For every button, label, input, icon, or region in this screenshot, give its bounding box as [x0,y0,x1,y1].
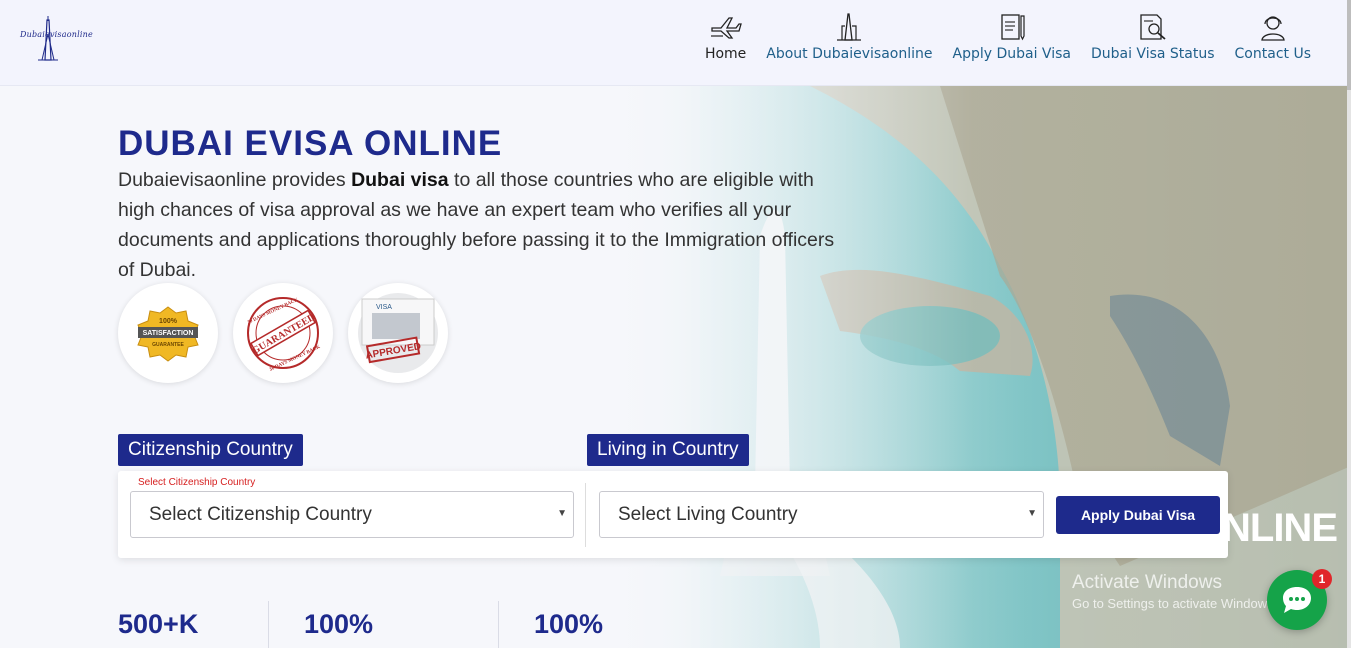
living-country-select[interactable]: Select Living Country ▼ [599,491,1044,538]
page-scrollbar[interactable] [1347,0,1351,648]
visa-tag-text: VISA [376,304,392,311]
site-logo[interactable]: Dubaievisaonline [18,16,93,64]
stat-satisfaction: 100% [534,609,604,639]
citizenship-select[interactable]: Select Citizenship Country ▼ [130,491,574,538]
nav-label-apply: Apply Dubai Visa [952,46,1071,62]
stat-applications: 500+K [118,609,199,639]
logo-wordmark: Dubaievisaonline [20,30,93,39]
nav-label-status: Dubai Visa Status [1090,46,1215,62]
living-label: Living in Country [587,434,749,466]
trust-badges: 100% SATISFACTION GUARANTEE 30 DAYS MONE… [118,283,448,383]
airplane-icon [708,10,744,44]
form-divider [585,483,586,547]
chat-bubble-icon [1283,587,1311,613]
form-pen-icon [994,10,1030,44]
activate-title: Activate Windows [1072,572,1222,593]
nav-item-contact[interactable]: Contact Us [1225,10,1321,62]
activate-windows-watermark: Activate Windows Go to Settings to activ… [1072,572,1277,611]
background-sign-text: NLINE [1222,506,1338,550]
main-nav: Home About Dubaievisaonline Apply Dubai … [695,10,1321,62]
site-header: Dubaievisaonline Home About Dubaievisaon… [0,0,1351,86]
nav-label-home: Home [704,46,747,62]
desc-bold: Dubai visa [351,169,449,191]
scrollbar-thumb[interactable] [1347,0,1351,90]
satisfaction-middle-text: SATISFACTION [143,330,194,337]
caret-down-icon: ▼ [557,508,567,519]
desc-text-1: Dubaievisaonline provides [118,169,352,191]
stamp-arc-bottom: 30 DAYS MONEY BACK [269,345,321,372]
building-icon [831,10,867,44]
citizenship-hint: Select Citizenship Country [138,477,256,488]
hero-description: Dubaievisaonline provides Dubai visa to … [118,165,838,285]
chat-notification-badge: 1 [1312,569,1332,589]
activate-subtitle: Go to Settings to activate Windows. [1072,596,1278,611]
nav-item-status[interactable]: Dubai Visa Status [1081,10,1225,62]
stat-divider [268,601,269,648]
living-select-value: Select Living Country [618,503,798,525]
approved-stamp: VISA APPROVED [348,283,448,383]
nav-item-about[interactable]: About Dubaievisaonline [756,10,942,62]
hero-section: DUBAI EVISA ONLINE Dubaievisaonline prov… [0,86,1351,648]
stat-divider [498,601,499,648]
visa-search-form: Select Citizenship Country Select Citize… [118,471,1228,558]
satisfaction-top-text: 100% [159,318,178,325]
citizenship-select-value: Select Citizenship Country [149,503,372,525]
nav-label-about: About Dubaievisaonline [766,46,933,62]
guaranteed-stamp: 30 DAYS MONEY BACK GUARANTEED 30 DAYS MO… [233,283,333,383]
caret-down-icon: ▼ [1027,508,1037,519]
citizenship-label: Citizenship Country [118,434,303,466]
nav-item-home[interactable]: Home [695,10,756,62]
stats-row: 500+K 100% 100% [118,599,718,648]
nav-item-apply[interactable]: Apply Dubai Visa [943,10,1081,62]
stat-approval: 100% [304,609,374,639]
satisfaction-bottom-text: GUARANTEE [152,342,184,348]
hero-title: DUBAI EVISA ONLINE [118,124,503,163]
nav-label-contact: Contact Us [1234,46,1311,62]
burj-logo-icon [38,16,58,61]
satisfaction-badge: 100% SATISFACTION GUARANTEE [118,283,218,383]
support-agent-icon [1255,10,1291,44]
apply-dubai-visa-button[interactable]: Apply Dubai Visa [1056,496,1220,534]
document-search-icon [1135,10,1171,44]
